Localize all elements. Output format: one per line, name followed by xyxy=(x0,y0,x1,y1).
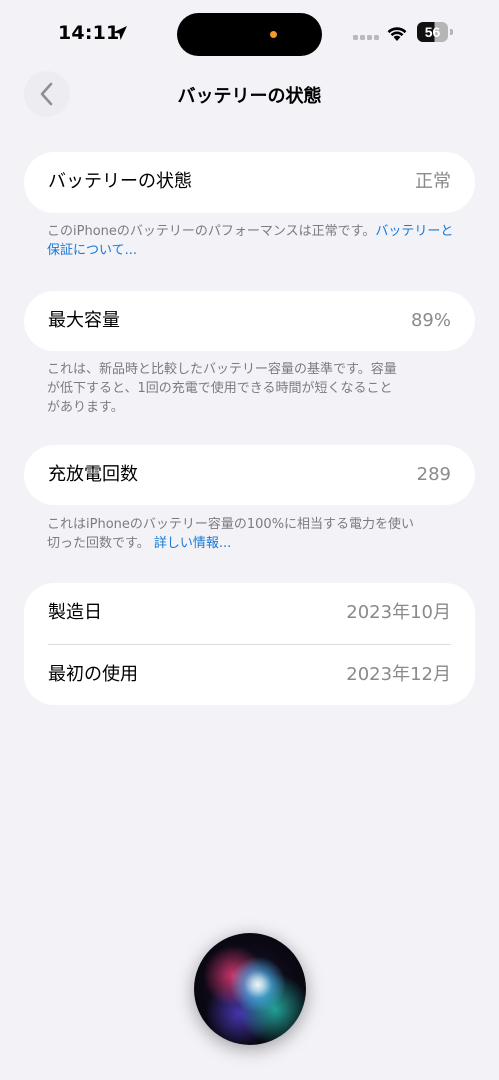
max-capacity-footnote-line: これは、新品時と比較したバッテリー容量の基準です。容量 xyxy=(47,362,397,377)
battery-state-footnote-text: このiPhoneのバッテリーのパフォーマンスは正常です。 xyxy=(47,224,376,239)
battery-cap xyxy=(450,29,453,35)
max-capacity-footnote: これは、新品時と比較したバッテリー容量の基準です。容量 が低下すると、1回の充電… xyxy=(47,360,457,417)
cycle-count-footnote-text: 切った回数です。 xyxy=(47,536,150,551)
manufacture-date-label: 製造日 xyxy=(48,602,102,623)
manufacture-date-row: 製造日 2023年10月 xyxy=(24,583,475,643)
status-time: 14:11 xyxy=(58,22,120,44)
battery-state-row: バッテリーの状態 正常 xyxy=(24,152,475,212)
first-use-label: 最初の使用 xyxy=(48,664,138,685)
battery-state-card: バッテリーの状態 正常 xyxy=(24,152,475,213)
battery-state-footnote: このiPhoneのバッテリーのパフォーマンスは正常です。バッテリーと保証について… xyxy=(47,222,457,260)
max-capacity-card: 最大容量 89% xyxy=(24,291,475,351)
page-title: バッテリーの状態 xyxy=(177,86,322,107)
cellular-signal-icon xyxy=(353,35,379,40)
battery-level: 56 xyxy=(424,24,441,40)
learn-more-link[interactable]: 詳しい情報... xyxy=(154,536,231,551)
cycle-count-label: 充放電回数 xyxy=(48,464,138,485)
max-capacity-value: 89% xyxy=(410,310,451,331)
cycle-count-footnote-line: これはiPhoneのバッテリー容量の100%に相当する電力を使い xyxy=(47,517,415,532)
cycle-count-footnote-line2: 切った回数です。 詳しい情報... xyxy=(47,534,457,553)
battery-state-label: バッテリーの状態 xyxy=(48,171,192,192)
back-button[interactable] xyxy=(24,71,70,117)
cycle-count-value: 289 xyxy=(416,464,451,485)
dates-card: 製造日 2023年10月 最初の使用 2023年12月 xyxy=(24,583,475,705)
privacy-indicator-dot xyxy=(270,31,277,38)
max-capacity-label: 最大容量 xyxy=(48,310,120,331)
cycle-count-footnote: これはiPhoneのバッテリー容量の100%に相当する電力を使い 切った回数です… xyxy=(47,515,457,553)
manufacture-date-value: 2023年10月 xyxy=(346,602,451,623)
battery-state-value: 正常 xyxy=(415,171,451,192)
wifi-icon xyxy=(387,27,407,41)
cycle-count-row: 充放電回数 289 xyxy=(24,445,475,505)
first-use-row: 最初の使用 2023年12月 xyxy=(24,645,475,705)
cycle-count-card: 充放電回数 289 xyxy=(24,445,475,505)
max-capacity-footnote-line: があります。 xyxy=(47,400,124,415)
dynamic-island xyxy=(177,13,322,56)
location-arrow-icon xyxy=(113,26,127,40)
first-use-value: 2023年12月 xyxy=(346,664,451,685)
siri-orb-icon[interactable] xyxy=(194,933,306,1045)
battery-icon: 56 xyxy=(417,22,453,43)
chevron-left-icon xyxy=(40,82,53,106)
max-capacity-footnote-line: が低下すると、1回の充電で使用できる時間が短くなること xyxy=(47,381,393,396)
status-bar: 14:11 56 xyxy=(0,0,499,68)
max-capacity-row: 最大容量 89% xyxy=(24,291,475,351)
